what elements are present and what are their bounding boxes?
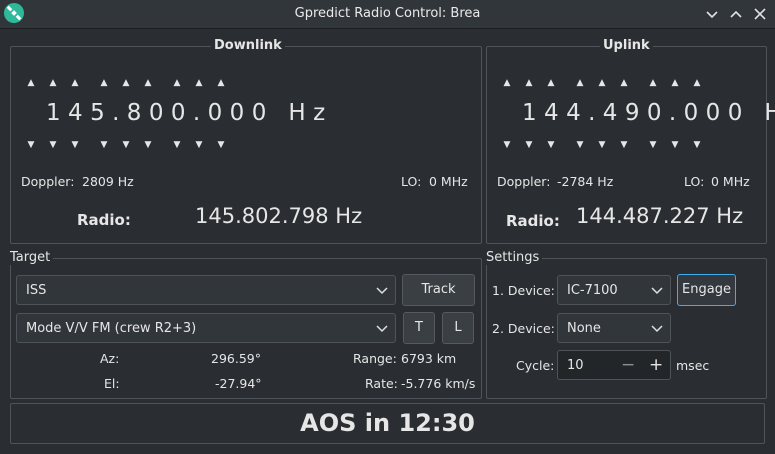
downlink-lo-label: LO: xyxy=(401,174,422,189)
device1-select-value: IC-7100 xyxy=(567,283,618,298)
uplink-digit-up-arrow-6[interactable]: ▲ xyxy=(619,78,629,88)
uplink-lo-value: 0 MHz xyxy=(711,174,750,189)
uplink-digit-down-arrow-9[interactable]: ▼ xyxy=(692,140,702,150)
downlink-digit-up-arrow-4[interactable]: ▲ xyxy=(99,78,109,88)
downlink-digit-up-arrow-3[interactable]: ▲ xyxy=(70,78,80,88)
uplink-frequency[interactable]: 144.490.000 Hz xyxy=(522,100,775,126)
uplink-title: Uplink xyxy=(600,38,653,53)
downlink-title: Downlink xyxy=(211,38,285,53)
title-bar: Gpredict Radio Control: Brea xyxy=(0,0,775,29)
el-label: El: xyxy=(104,376,120,391)
downlink-radio-label: Radio: xyxy=(77,211,131,229)
downlink-digit-down-arrow-9[interactable]: ▼ xyxy=(216,140,226,150)
uplink-digit-up-arrow-7[interactable]: ▲ xyxy=(648,78,658,88)
rate-label: Rate: xyxy=(365,376,398,391)
range-label: Range: xyxy=(353,351,397,366)
az-value: 296.59° xyxy=(211,351,261,366)
t-button[interactable]: T xyxy=(403,312,435,344)
downlink-radio-value: 145.802.798 Hz xyxy=(195,204,363,228)
el-value: -27.94° xyxy=(215,376,262,391)
device2-select-value: None xyxy=(567,321,601,336)
downlink-digit-down-arrow-8[interactable]: ▼ xyxy=(194,140,204,150)
uplink-digit-down-arrow-2[interactable]: ▼ xyxy=(524,140,534,150)
uplink-doppler-label: Doppler: xyxy=(497,174,551,189)
settings-title: Settings xyxy=(483,250,543,265)
close-icon[interactable] xyxy=(750,4,770,24)
uplink-digit-up-arrow-8[interactable]: ▲ xyxy=(670,78,680,88)
transponder-select[interactable]: Mode V/V FM (crew R2+3) xyxy=(16,313,396,343)
transponder-select-value: Mode V/V FM (crew R2+3) xyxy=(26,321,197,336)
uplink-digit-down-arrow-5[interactable]: ▼ xyxy=(597,140,607,150)
downlink-digit-down-arrow-7[interactable]: ▼ xyxy=(172,140,182,150)
downlink-digit-up-arrow-9[interactable]: ▲ xyxy=(216,78,226,88)
engage-button[interactable]: Engage xyxy=(677,274,736,306)
minus-icon[interactable]: − xyxy=(621,355,635,375)
chevron-up-icon[interactable] xyxy=(726,4,746,24)
device1-select[interactable]: IC-7100 xyxy=(557,275,671,305)
az-label: Az: xyxy=(100,351,120,366)
downlink-digit-up-arrow-1[interactable]: ▲ xyxy=(26,78,36,88)
downlink-digit-up-arrow-7[interactable]: ▲ xyxy=(172,78,182,88)
cycle-unit: msec xyxy=(676,358,710,373)
aos-status: AOS in 12:30 xyxy=(300,409,475,437)
uplink-radio-value: 144.487.227 Hz xyxy=(576,204,744,228)
uplink-digit-up-arrow-3[interactable]: ▲ xyxy=(546,78,556,88)
uplink-digit-up-arrow-4[interactable]: ▲ xyxy=(575,78,585,88)
downlink-lo-value: 0 MHz xyxy=(429,174,468,189)
chevron-down-icon xyxy=(651,285,663,300)
uplink-digit-down-arrow-8[interactable]: ▼ xyxy=(670,140,680,150)
downlink-doppler-value: 2809 Hz xyxy=(82,174,134,189)
chevron-down-icon xyxy=(651,323,663,338)
uplink-digit-up-arrow-5[interactable]: ▲ xyxy=(597,78,607,88)
chevron-down-icon xyxy=(376,323,388,338)
cycle-value: 10 xyxy=(567,358,584,373)
downlink-digit-down-arrow-5[interactable]: ▼ xyxy=(121,140,131,150)
device1-label: 1. Device: xyxy=(492,283,555,298)
chevron-down-icon[interactable] xyxy=(702,4,722,24)
uplink-radio-label: Radio: xyxy=(506,212,560,230)
downlink-digit-up-arrow-5[interactable]: ▲ xyxy=(121,78,131,88)
target-title: Target xyxy=(7,250,54,265)
uplink-digit-up-arrow-1[interactable]: ▲ xyxy=(502,78,512,88)
cycle-label: Cycle: xyxy=(516,358,555,373)
rate-value: -5.776 km/s xyxy=(401,376,476,391)
downlink-frequency[interactable]: 145.800.000 Hz xyxy=(46,100,333,126)
uplink-doppler-value: -2784 Hz xyxy=(557,174,614,189)
downlink-digit-up-arrow-6[interactable]: ▲ xyxy=(143,78,153,88)
device2-label: 2. Device: xyxy=(492,321,555,336)
satellite-select[interactable]: ISS xyxy=(16,275,396,305)
l-button[interactable]: L xyxy=(442,312,474,344)
track-button[interactable]: Track xyxy=(402,274,475,306)
satellite-select-value: ISS xyxy=(26,283,47,298)
uplink-digit-down-arrow-7[interactable]: ▼ xyxy=(648,140,658,150)
downlink-digit-up-arrow-2[interactable]: ▲ xyxy=(48,78,58,88)
uplink-digit-down-arrow-6[interactable]: ▼ xyxy=(619,140,629,150)
uplink-digit-down-arrow-3[interactable]: ▼ xyxy=(546,140,556,150)
device2-select[interactable]: None xyxy=(557,313,671,343)
downlink-digit-down-arrow-6[interactable]: ▼ xyxy=(143,140,153,150)
uplink-digit-up-arrow-2[interactable]: ▲ xyxy=(524,78,534,88)
downlink-doppler-label: Doppler: xyxy=(21,174,75,189)
downlink-digit-down-arrow-3[interactable]: ▼ xyxy=(70,140,80,150)
uplink-lo-label: LO: xyxy=(684,174,705,189)
downlink-digit-down-arrow-2[interactable]: ▼ xyxy=(48,140,58,150)
downlink-digit-down-arrow-1[interactable]: ▼ xyxy=(26,140,36,150)
chevron-down-icon xyxy=(376,285,388,300)
cycle-spinbox[interactable]: 10 − + xyxy=(557,350,671,380)
window-title: Gpredict Radio Control: Brea xyxy=(294,6,481,21)
plus-icon[interactable]: + xyxy=(649,355,663,375)
uplink-digit-down-arrow-1[interactable]: ▼ xyxy=(502,140,512,150)
downlink-digit-up-arrow-8[interactable]: ▲ xyxy=(194,78,204,88)
downlink-digit-down-arrow-4[interactable]: ▼ xyxy=(99,140,109,150)
status-panel: AOS in 12:30 xyxy=(10,403,765,444)
range-value: 6793 km xyxy=(401,351,457,366)
uplink-digit-down-arrow-4[interactable]: ▼ xyxy=(575,140,585,150)
uplink-digit-up-arrow-9[interactable]: ▲ xyxy=(692,78,702,88)
